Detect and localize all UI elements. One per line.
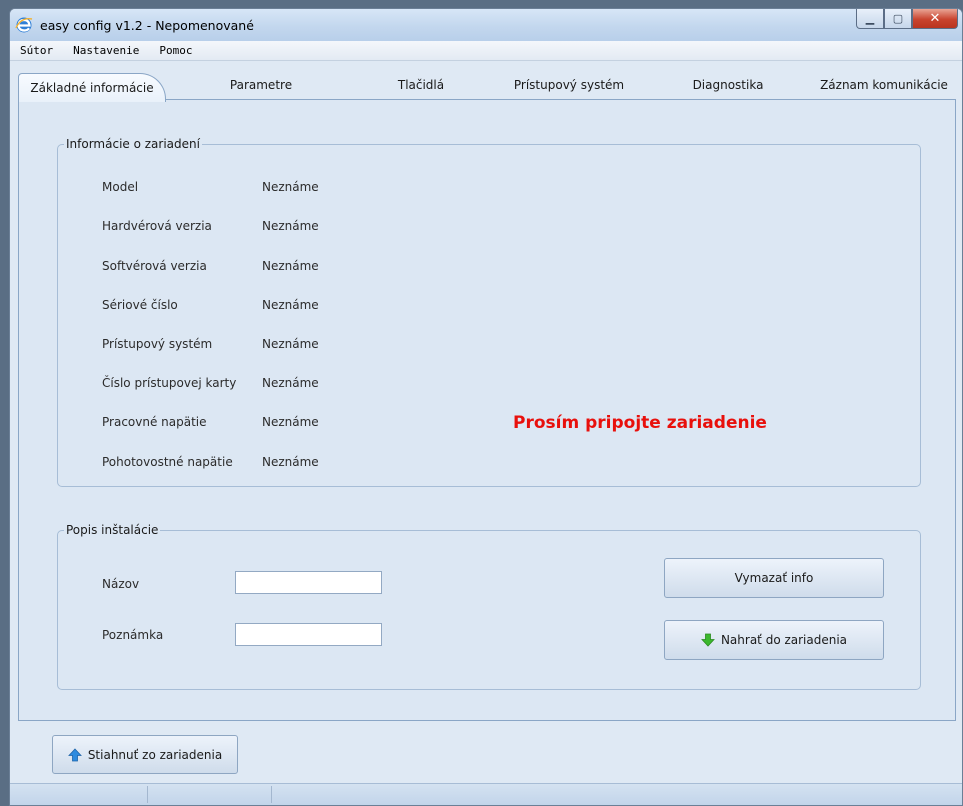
info-label-serial: Sériové číslo xyxy=(102,298,178,312)
info-value-standby-voltage: Neznáme xyxy=(262,455,319,469)
tab-parametre[interactable]: Parametre xyxy=(206,71,316,99)
menu-item-nastavenie[interactable]: Nastavenie xyxy=(73,44,139,57)
minimize-button[interactable]: ▁ xyxy=(856,9,884,29)
arrow-down-green-icon xyxy=(701,633,715,647)
tab-zakladne-informacie[interactable]: Základné informácie xyxy=(18,73,166,102)
info-value-working-voltage: Neznáme xyxy=(262,415,319,429)
download-from-device-label: Stiahnuť zo zariadenia xyxy=(87,747,223,762)
tab-diagnostika[interactable]: Diagnostika xyxy=(678,71,778,99)
menu-bar: Sútor Nastavenie Pomoc xyxy=(10,41,962,61)
info-label-working-voltage: Pracovné napätie xyxy=(102,415,207,429)
name-input[interactable] xyxy=(235,571,382,594)
info-label-sw-version: Softvérová verzia xyxy=(102,259,207,273)
name-label: Názov xyxy=(102,577,140,591)
upload-to-device-label: Nahrať do zariadenia xyxy=(720,633,848,647)
info-value-card-number: Neznáme xyxy=(262,376,319,390)
info-value-sw-version: Neznáme xyxy=(262,259,319,273)
info-value-access-system: Neznáme xyxy=(262,337,319,351)
info-value-serial: Neznáme xyxy=(262,298,319,312)
info-value-hw-version: Neznáme xyxy=(262,219,319,233)
tab-tlacidla[interactable]: Tlačidlá xyxy=(376,71,466,99)
title-bar: easy config v1.2 - Nepomenované ▁ ▢ ✕ xyxy=(10,9,962,41)
device-info-group: Informácie o zariadení Model Neznáme Har… xyxy=(57,137,921,487)
info-value-model: Neznáme xyxy=(262,180,319,194)
tab-panel: Informácie o zariadení Model Neznáme Har… xyxy=(18,99,956,721)
close-button[interactable]: ✕ xyxy=(912,9,958,29)
note-input[interactable] xyxy=(235,623,382,646)
app-window: easy config v1.2 - Nepomenované ▁ ▢ ✕ Sú… xyxy=(9,8,963,806)
info-label-card-number: Číslo prístupovej karty xyxy=(102,376,237,390)
window-controls: ▁ ▢ ✕ xyxy=(856,9,958,29)
connect-device-warning: Prosím pripojte zariadenie xyxy=(513,413,767,433)
info-label-hw-version: Hardvérová verzia xyxy=(102,219,212,233)
note-label: Poznámka xyxy=(102,628,164,642)
status-bar xyxy=(10,783,962,805)
info-label-model: Model xyxy=(102,180,139,194)
menu-item-subor[interactable]: Sútor xyxy=(20,44,53,57)
clear-info-label: Vymazať info xyxy=(734,571,814,585)
info-label-access-system: Prístupový systém xyxy=(102,337,213,351)
tab-zaznam-komunikacie[interactable]: Záznam komunikácie xyxy=(810,71,958,99)
device-info-title: Informácie o zariadení xyxy=(64,137,202,151)
app-icon xyxy=(15,17,33,33)
status-divider xyxy=(271,786,272,803)
maximize-button[interactable]: ▢ xyxy=(884,9,912,29)
tab-pristupovy-system[interactable]: Prístupový systém xyxy=(499,71,639,99)
menu-item-pomoc[interactable]: Pomoc xyxy=(159,44,192,57)
download-from-device-button[interactable]: Stiahnuť zo zariadenia xyxy=(52,735,238,774)
status-divider xyxy=(147,786,148,803)
install-description-title: Popis inštalácie xyxy=(64,523,161,537)
clear-info-button[interactable]: Vymazať info xyxy=(664,558,884,598)
install-description-group: Popis inštalácie Názov Poznámka Vymazať … xyxy=(57,523,921,690)
arrow-up-blue-icon xyxy=(67,747,82,761)
info-label-standby-voltage: Pohotovostné napätie xyxy=(102,455,233,469)
window-title: easy config v1.2 - Nepomenované xyxy=(40,18,254,33)
upload-to-device-button[interactable]: Nahrať do zariadenia xyxy=(664,620,884,660)
tab-strip: Základné informácie Parametre Tlačidlá P… xyxy=(10,61,962,102)
